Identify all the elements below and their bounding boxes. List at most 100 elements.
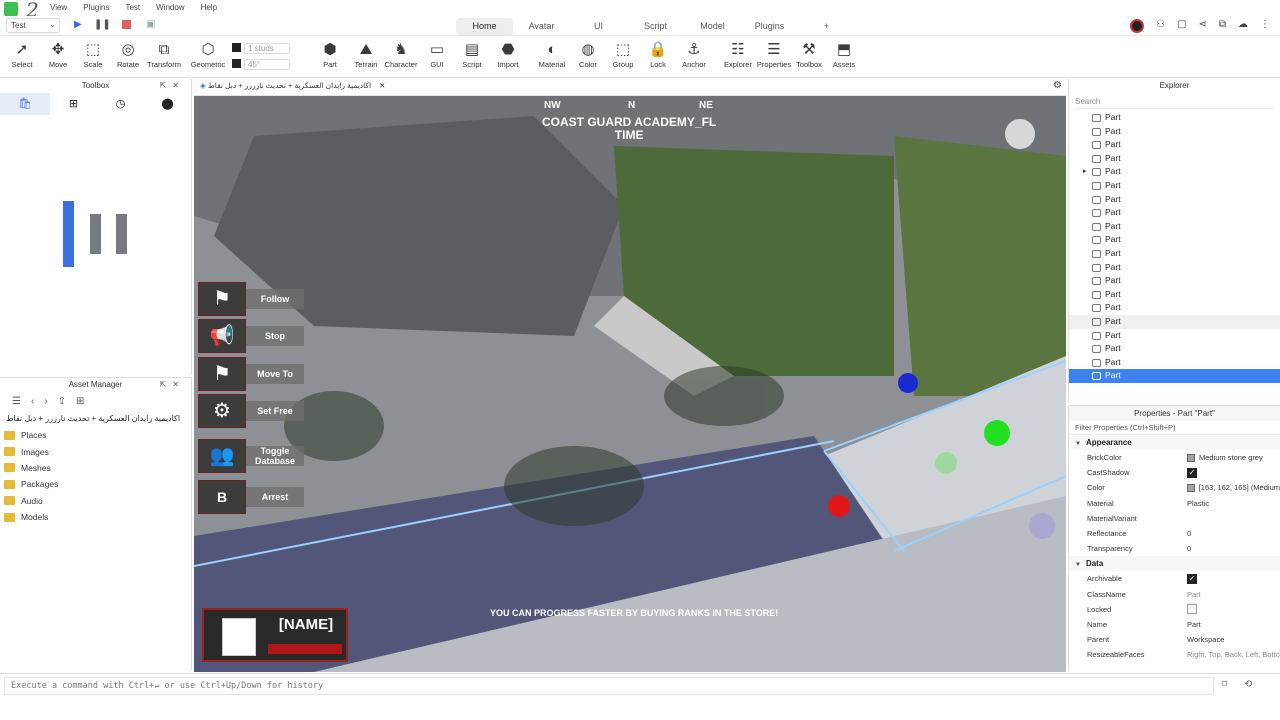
menu-plugins[interactable]: Plugins <box>75 0 117 16</box>
tab-add[interactable]: + <box>798 16 855 36</box>
property-classname[interactable]: ClassName Part <box>1069 587 1280 602</box>
explorer-item[interactable]: Part <box>1069 274 1280 288</box>
property-value[interactable]: ✓ <box>1187 465 1280 480</box>
explorer-item[interactable]: Part <box>1069 233 1280 247</box>
move-snap-input[interactable]: 1 studs <box>244 43 290 54</box>
tool-script-button[interactable]: ▤ Script <box>454 40 490 69</box>
clock-icon[interactable]: ◷ <box>97 93 144 115</box>
viewport-settings-icon[interactable]: ⚙ <box>1053 80 1062 91</box>
share-icon[interactable]: ⋖ <box>1198 19 1206 33</box>
explorer-item[interactable]: Part <box>1069 193 1280 207</box>
folder-places[interactable]: Places <box>0 427 191 443</box>
explorer-item[interactable]: Part <box>1069 369 1280 383</box>
tool-transform-button[interactable]: ⧉ Transform <box>146 40 182 69</box>
rotate-snap-checkbox[interactable] <box>232 59 241 68</box>
history-icon[interactable]: ⟲ <box>1244 679 1252 690</box>
place-dropdown[interactable]: Test ⌄ <box>6 18 60 33</box>
explorer-item[interactable]: Part <box>1069 179 1280 193</box>
folder-packages[interactable]: Packages <box>0 476 191 492</box>
forward-icon[interactable]: › <box>44 396 47 407</box>
grid-icon[interactable]: ⊞ <box>50 93 97 115</box>
hud-arrest-button[interactable]: B Arrest <box>198 480 304 514</box>
property-value[interactable]: [163, 162, 165] (Medium <box>1187 480 1280 495</box>
tool-scale-button[interactable]: ⬚ Scale <box>75 40 111 69</box>
explorer-item[interactable]: Part <box>1069 152 1280 166</box>
explorer-item[interactable]: Part <box>1069 206 1280 220</box>
tool-part-button[interactable]: ⬢ Part <box>312 40 348 69</box>
explorer-item[interactable]: Part <box>1069 220 1280 234</box>
rotate-snap[interactable]: 45° <box>232 59 302 72</box>
property-value[interactable]: Plastic <box>1187 496 1280 511</box>
panel-controls[interactable]: ⇱✕ <box>160 378 185 392</box>
property-value[interactable] <box>1187 511 1280 526</box>
tool-move-button[interactable]: ✥ Move <box>40 40 76 69</box>
folder-meshes[interactable]: Meshes <box>0 460 191 476</box>
tool-rotate-button[interactable]: ◎ Rotate <box>110 40 146 69</box>
property-resizeablefaces[interactable]: ResizeableFaces Right, Top, Back, Left, B… <box>1069 647 1280 662</box>
explorer-search-input[interactable]: Search <box>1075 95 1274 109</box>
hud-stop-button[interactable]: 📢 Stop <box>198 319 304 353</box>
property-materialvariant[interactable]: MaterialVariant <box>1069 511 1280 526</box>
move-snap[interactable]: 1 studs <box>232 43 302 56</box>
explorer-item[interactable]: Part <box>1069 301 1280 315</box>
property-reflectance[interactable]: Reflectance 0 <box>1069 526 1280 541</box>
property-value[interactable]: 0 <box>1187 541 1280 556</box>
tool-geometric-button[interactable]: ⬡ Geometric <box>190 40 226 69</box>
tab-avatar[interactable]: Avatar <box>513 16 570 36</box>
pause-icon[interactable]: ❚❚ <box>94 19 111 30</box>
menu-test[interactable]: Test <box>117 0 148 16</box>
hud-toggle-database-button[interactable]: 👥 Toggle Database <box>198 439 304 473</box>
tool-properties-button[interactable]: ☰ Properties <box>756 40 792 69</box>
list-icon[interactable]: ☰ <box>12 396 21 407</box>
tab-model[interactable]: Model <box>684 16 741 36</box>
section-appearance[interactable]: ▼ Appearance <box>1069 435 1280 450</box>
tab-home[interactable]: Home <box>456 18 513 35</box>
tool-assets-button[interactable]: ⬒ Assets <box>826 40 862 69</box>
user-plus-icon[interactable]: ⚇ <box>1156 19 1165 33</box>
property-value[interactable]: Workspace <box>1187 632 1280 647</box>
tool-anchor-button[interactable]: ⚓ Anchor <box>676 40 712 69</box>
property-color[interactable]: Color [163, 162, 165] (Medium <box>1069 480 1280 495</box>
command-input[interactable] <box>4 677 1214 695</box>
folder-models[interactable]: Models <box>0 509 191 525</box>
property-transparency[interactable]: Transparency 0 <box>1069 541 1280 556</box>
property-value[interactable]: Medium stone grey <box>1187 450 1280 465</box>
checkbox-unchecked[interactable] <box>1187 604 1197 615</box>
property-castshadow[interactable]: CastShadow ✓ <box>1069 465 1280 480</box>
explorer-item[interactable]: Part <box>1069 125 1280 139</box>
avatar[interactable] <box>1130 19 1145 33</box>
hud-follow-button[interactable]: ⚑ Follow <box>198 282 304 316</box>
grid-view-icon[interactable]: ⊞ <box>76 396 84 407</box>
explorer-item[interactable]: Part <box>1069 261 1280 275</box>
cloud-icon[interactable]: ☁ <box>1238 19 1248 33</box>
bookmark-icon[interactable]: ⌑ <box>1222 679 1227 690</box>
upload-icon[interactable]: ⇪ <box>58 396 66 407</box>
play-icon[interactable]: ▶ <box>74 19 82 30</box>
chat-icon[interactable]: ▢ <box>1177 19 1186 33</box>
explorer-item[interactable]: Part <box>1069 111 1280 125</box>
property-material[interactable]: Material Plastic <box>1069 496 1280 511</box>
tool-gui-button[interactable]: ▭ GUI <box>419 40 455 69</box>
menu-help[interactable]: Help <box>193 0 225 16</box>
close-icon[interactable]: ✕ <box>379 81 385 90</box>
explorer-item[interactable]: Part <box>1069 314 1280 329</box>
explorer-item[interactable]: Part <box>1069 288 1280 302</box>
property-value[interactable]: ✓ <box>1187 571 1280 586</box>
tool-character-button[interactable]: ♞ Character <box>383 40 419 69</box>
3d-viewport[interactable]: NW N NE COAST GUARD ACADEMY_FL TIME ⚑ Fol… <box>194 96 1066 672</box>
property-brickcolor[interactable]: BrickColor Medium stone grey <box>1069 450 1280 465</box>
explorer-item[interactable]: ▸ Part <box>1069 165 1280 179</box>
pin-icon[interactable]: ⬤ <box>144 93 191 115</box>
explorer-item[interactable]: Part <box>1069 247 1280 261</box>
place-tab[interactable]: ◈ اكاديمية رايدان العسكرية + تحديث ناررر… <box>200 81 385 94</box>
move-snap-checkbox[interactable] <box>232 43 241 52</box>
explorer-item[interactable]: Part <box>1069 342 1280 356</box>
more-icon[interactable]: ⋮ <box>1260 19 1270 33</box>
hud-move-to-button[interactable]: ⚑ Move To <box>198 357 304 391</box>
tool-group-button[interactable]: ⬚ Group <box>605 40 641 69</box>
property-value[interactable]: Part <box>1187 617 1280 632</box>
explorer-item[interactable]: Part <box>1069 329 1280 343</box>
back-icon[interactable]: ‹ <box>31 396 34 407</box>
hud-set-free-button[interactable]: ⚙ Set Free <box>198 394 304 428</box>
section-data[interactable]: ▼ Data <box>1069 556 1280 572</box>
